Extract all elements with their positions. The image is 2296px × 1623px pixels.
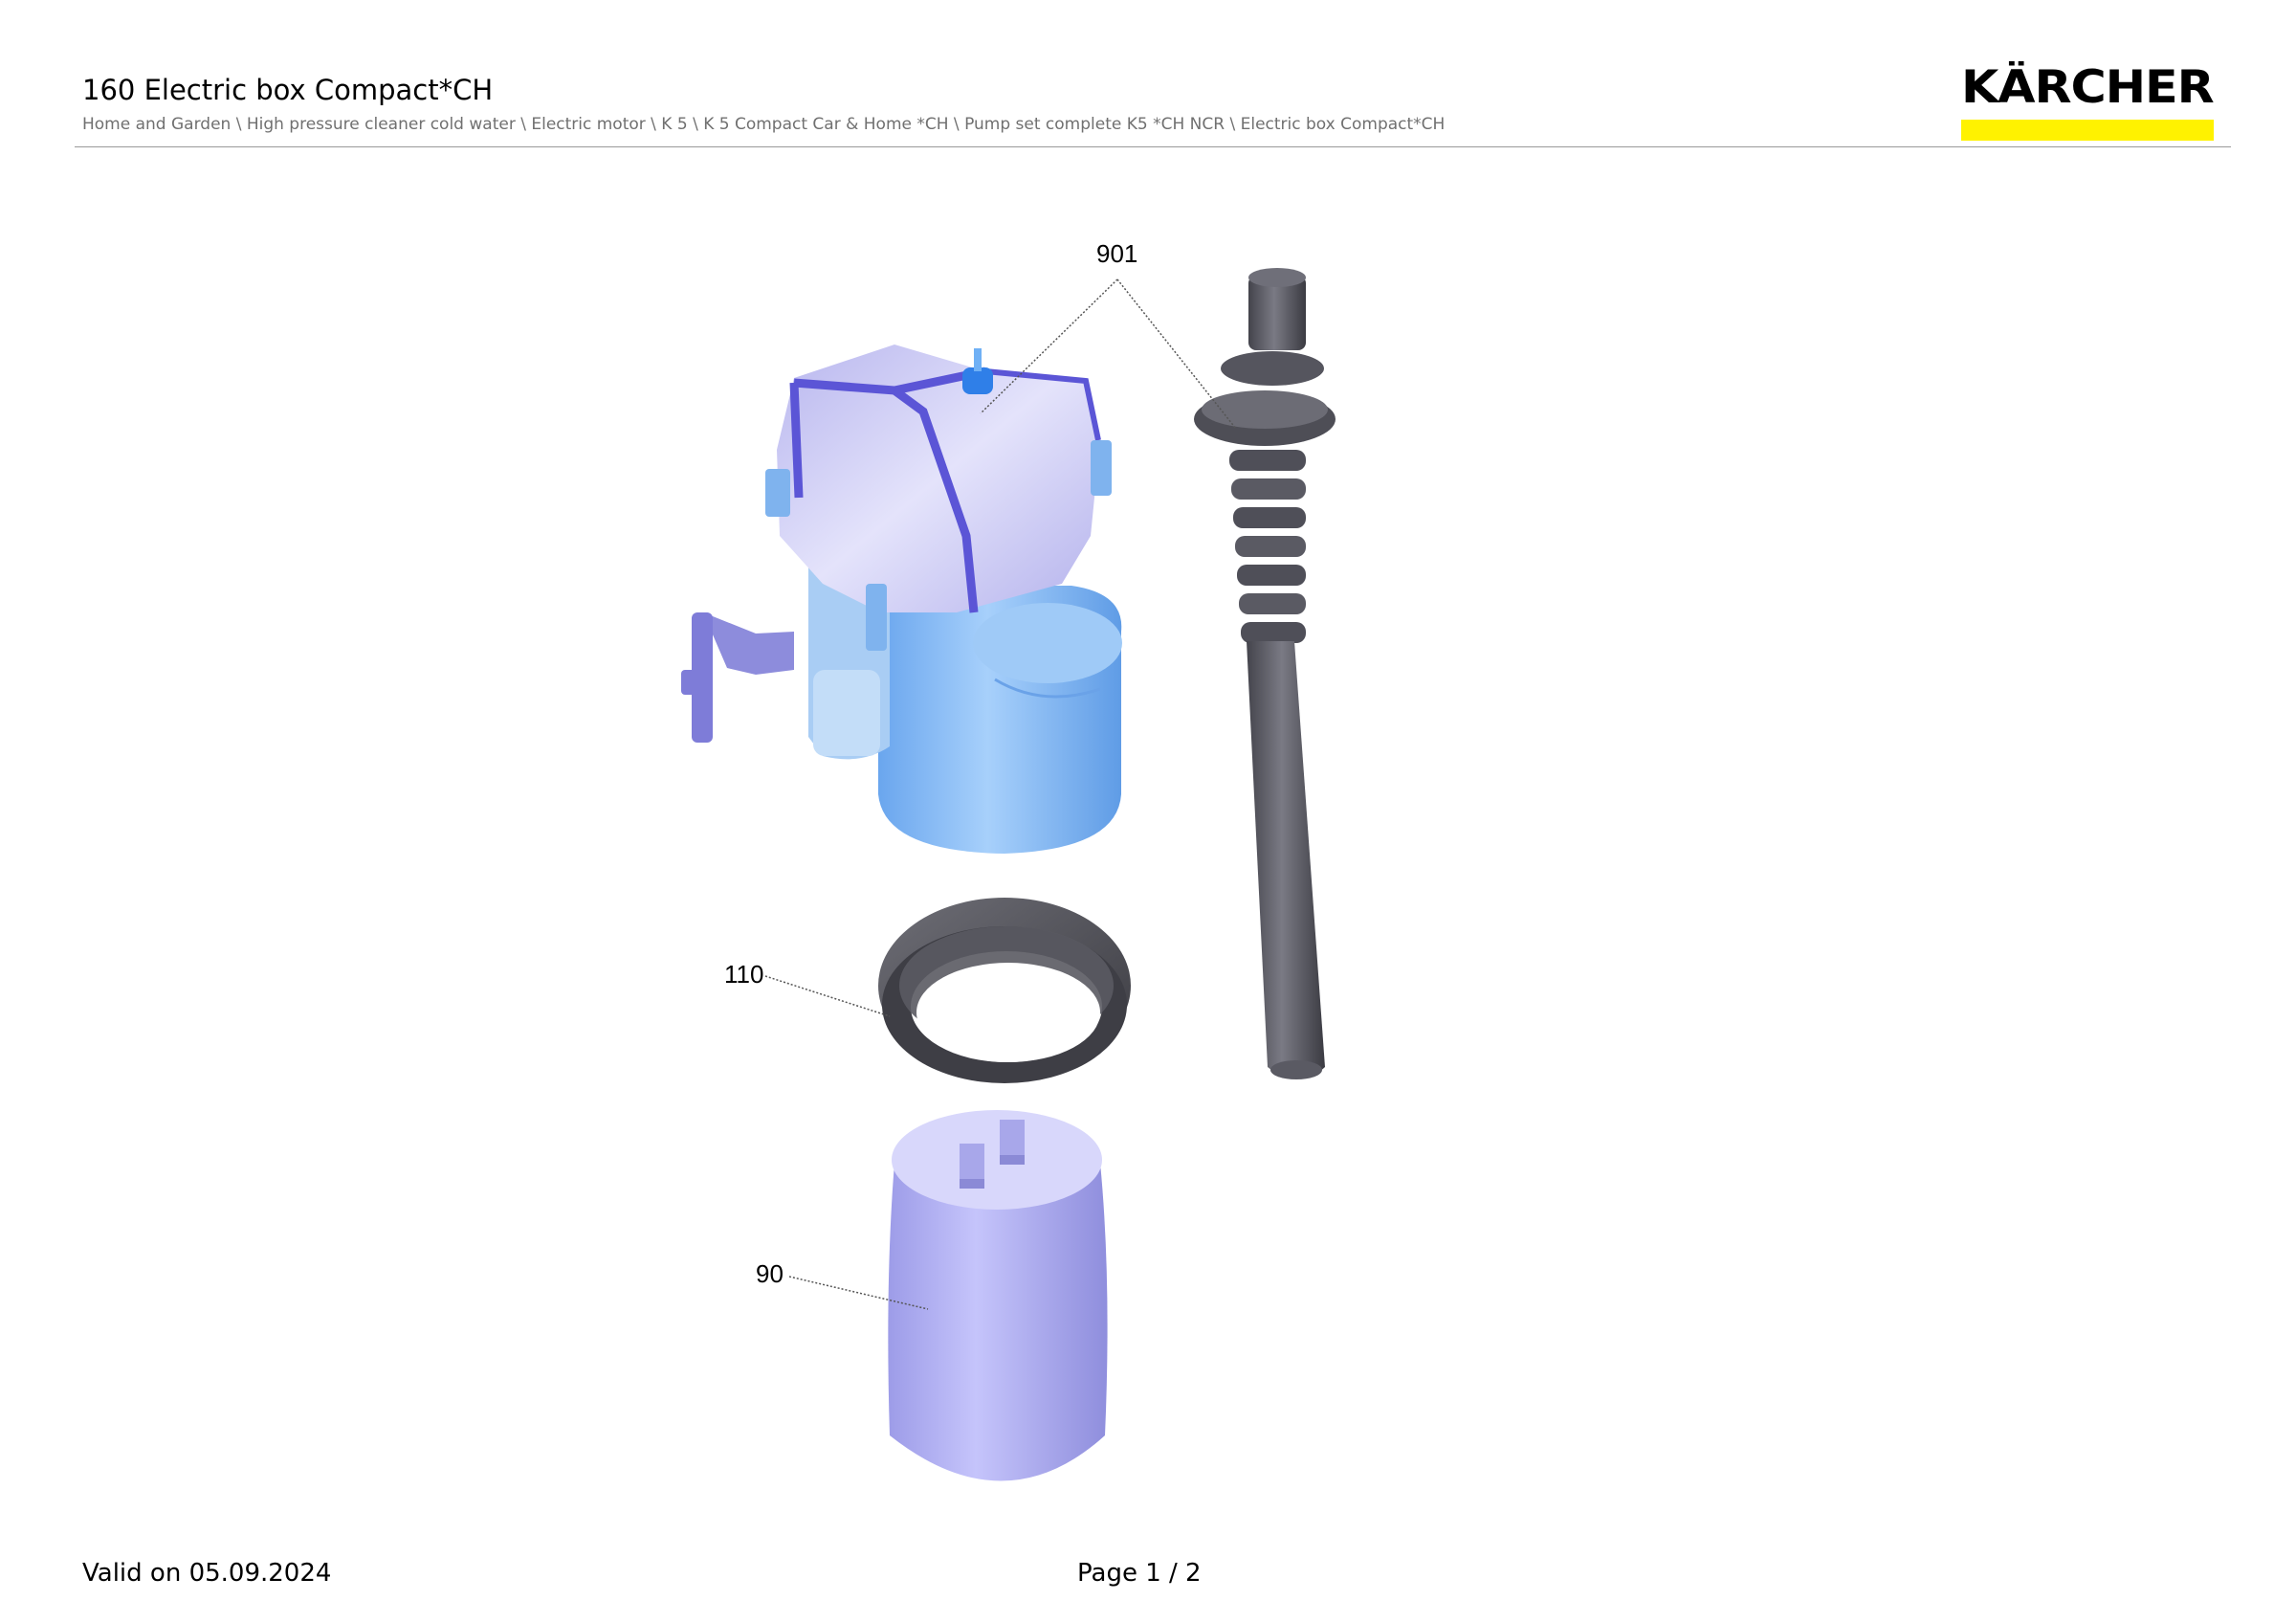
valid-date: Valid on 05.09.2024 — [82, 1559, 332, 1588]
rubber-seal-ring — [878, 898, 1131, 1083]
exploded-parts-diagram: 901 110 90 — [681, 239, 1336, 1481]
cable-grommet-ribs — [1229, 450, 1306, 643]
callout-label-901: 901 — [1096, 239, 1137, 268]
page-number: Page 1 / 2 — [1077, 1559, 1202, 1588]
capacitor — [888, 1110, 1108, 1481]
electric-box-housing — [681, 345, 1122, 854]
cable-grommet — [1194, 268, 1336, 1079]
callout-label-110: 110 — [724, 960, 763, 989]
callout-label-90: 90 — [756, 1259, 784, 1288]
